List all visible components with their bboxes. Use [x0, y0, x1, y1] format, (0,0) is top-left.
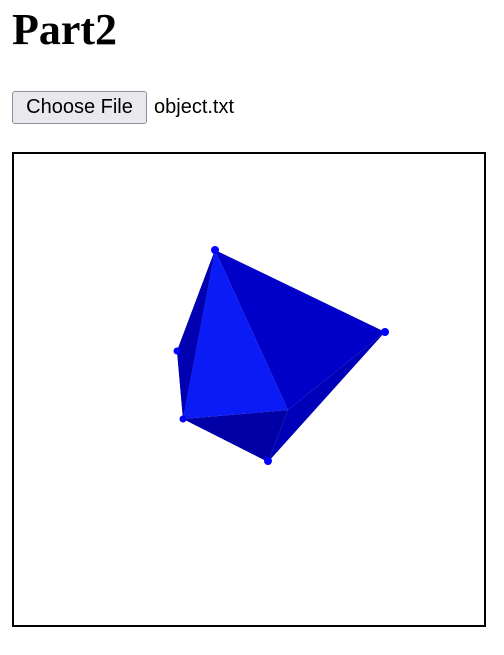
selected-file-name: object.txt	[154, 96, 235, 118]
vertex	[264, 457, 272, 465]
rendered-3d-object	[173, 246, 389, 465]
choose-file-button[interactable]: Choose File	[12, 91, 147, 124]
vertex	[211, 246, 219, 254]
page: Part2 Choose File object.txt	[0, 0, 504, 655]
render-canvas[interactable]	[12, 152, 486, 627]
vertex	[179, 415, 187, 423]
vertex	[173, 347, 181, 355]
vertex	[381, 328, 389, 336]
page-title: Part2	[12, 5, 118, 54]
file-input[interactable]: Choose File object.txt	[12, 91, 234, 124]
